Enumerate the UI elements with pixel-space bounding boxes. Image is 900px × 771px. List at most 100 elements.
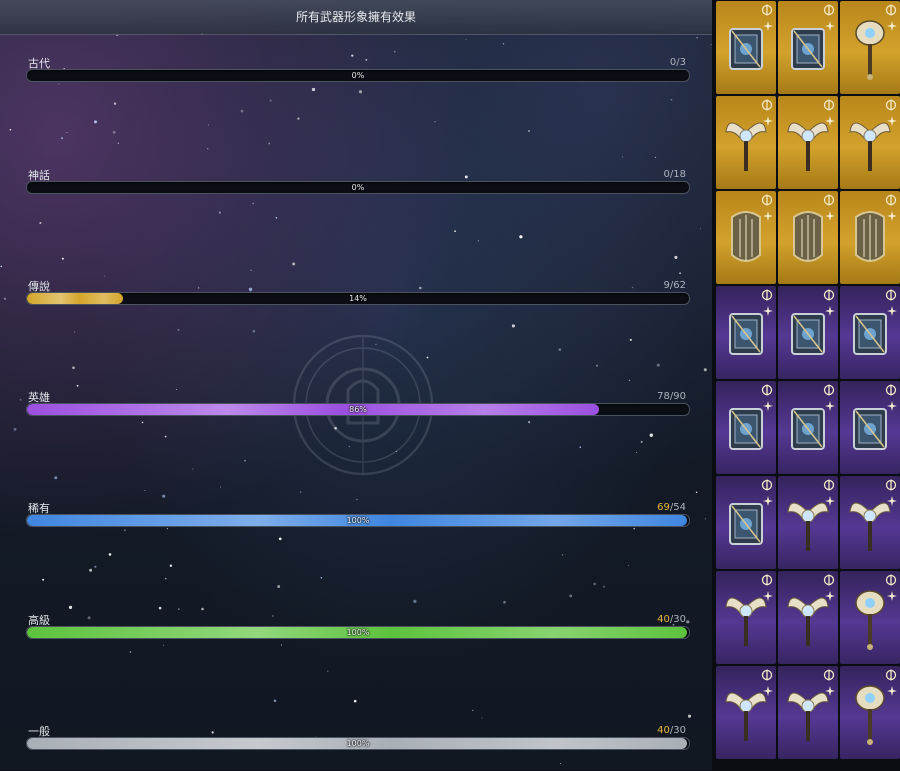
enhance-plus-icon (887, 21, 897, 31)
weapon-slot[interactable] (778, 476, 838, 569)
tome-class-icon (885, 384, 897, 396)
tier-percent-label: 100% (346, 628, 370, 637)
star-dot (13, 427, 17, 431)
enhance-plus-icon (825, 116, 835, 126)
star-dot (89, 568, 93, 572)
weapon-collection-grid (712, 0, 900, 771)
staff-class-icon (761, 99, 773, 111)
tier-percent-label: 0% (351, 183, 365, 192)
weapon-slot[interactable] (840, 1, 900, 94)
star-dot (687, 714, 692, 718)
enhance-plus-icon (763, 496, 773, 506)
staff-class-icon (885, 669, 897, 681)
tier-total-count: 18 (673, 169, 686, 180)
weapon-slot[interactable] (778, 1, 838, 94)
staff-class-icon (823, 99, 835, 111)
weapon-slot[interactable] (840, 666, 900, 759)
star-dot (703, 368, 707, 372)
weapon-slot[interactable] (716, 191, 776, 284)
tier-owned-count: 40 (657, 725, 670, 736)
weapon-slot[interactable] (840, 286, 900, 379)
weapon-slot[interactable] (778, 666, 838, 759)
star-dot (112, 130, 116, 134)
weapon-slot[interactable] (716, 1, 776, 94)
enhance-plus-icon (887, 686, 897, 696)
weapon-slot[interactable] (716, 571, 776, 664)
tier-count: 9/62 (664, 280, 686, 291)
star-dot (654, 156, 657, 159)
star-dot (252, 329, 256, 333)
tier-percent-label: 86% (349, 405, 367, 414)
star-dot (158, 606, 162, 610)
tier-progress-bar: 100% (26, 737, 690, 750)
star-dot (292, 262, 296, 266)
star-dot (192, 468, 194, 470)
tier-progress-bar: 14% (26, 292, 690, 305)
star-dot (76, 384, 79, 387)
weapon-slot[interactable] (840, 476, 900, 569)
tier-percent-label: 100% (346, 739, 370, 748)
star-dot (320, 576, 323, 579)
star-dot (636, 451, 638, 453)
panel-title: 所有武器形象擁有效果 (0, 0, 712, 35)
tome-class-icon (761, 4, 773, 16)
star-dot (42, 578, 45, 581)
tier-progress-bar: 100% (26, 514, 690, 527)
star-dot (268, 142, 271, 145)
weapon-slot[interactable] (716, 96, 776, 189)
star-dot (169, 564, 173, 567)
weapon-slot[interactable] (778, 571, 838, 664)
star-dot (602, 585, 606, 588)
weapon-slot[interactable] (840, 381, 900, 474)
star-dot (9, 128, 12, 131)
staff-class-icon (761, 669, 773, 681)
star-dot (454, 230, 456, 233)
star-dot (19, 398, 22, 401)
weapon-slot[interactable] (778, 191, 838, 284)
weapon-slot[interactable] (840, 191, 900, 284)
enhance-plus-icon (887, 116, 897, 126)
star-dot (244, 459, 246, 462)
weapon-slot[interactable] (840, 571, 900, 664)
weapon-slot[interactable] (778, 381, 838, 474)
star-dot (477, 240, 480, 242)
tier-row: 稀有 69/54 100% (26, 500, 690, 540)
enhance-plus-icon (763, 306, 773, 316)
tier-percent-label: 100% (346, 516, 370, 525)
star-dot (413, 599, 417, 604)
star-dot (0, 265, 3, 268)
weapon-slot[interactable] (716, 286, 776, 379)
star-dot (327, 670, 329, 672)
tier-owned-count: 78 (657, 391, 670, 402)
enhance-plus-icon (887, 591, 897, 601)
staff-class-icon (823, 574, 835, 586)
tier-owned-count: 69 (657, 502, 670, 513)
weapon-slot[interactable] (778, 286, 838, 379)
tier-count: 0/18 (664, 169, 686, 180)
tier-total-count: 30 (673, 614, 686, 625)
star-dot (649, 433, 653, 437)
tier-progress-bar: 86% (26, 403, 690, 416)
star-dot (561, 554, 564, 556)
star-dot (465, 39, 467, 41)
star-dot (108, 553, 112, 556)
tier-count: 78/90 (657, 391, 686, 402)
weapon-slot[interactable] (778, 96, 838, 189)
tier-progress-bar: 0% (26, 69, 690, 82)
mace-class-icon (885, 4, 897, 16)
star-dot (144, 489, 146, 492)
weapon-slot[interactable] (716, 476, 776, 569)
star-dot (273, 699, 277, 703)
star-dot (207, 148, 209, 150)
star-dot (162, 494, 166, 498)
weapon-slot[interactable] (716, 381, 776, 474)
tome-class-icon (761, 384, 773, 396)
weapon-slot[interactable] (840, 96, 900, 189)
star-dot (117, 142, 120, 144)
star-dot (72, 366, 75, 370)
weapon-slot[interactable] (716, 666, 776, 759)
star-dot (704, 518, 706, 520)
star-dot (201, 607, 204, 611)
star-dot (558, 348, 562, 351)
tier-row: 傳說 9/62 14% (26, 278, 690, 318)
